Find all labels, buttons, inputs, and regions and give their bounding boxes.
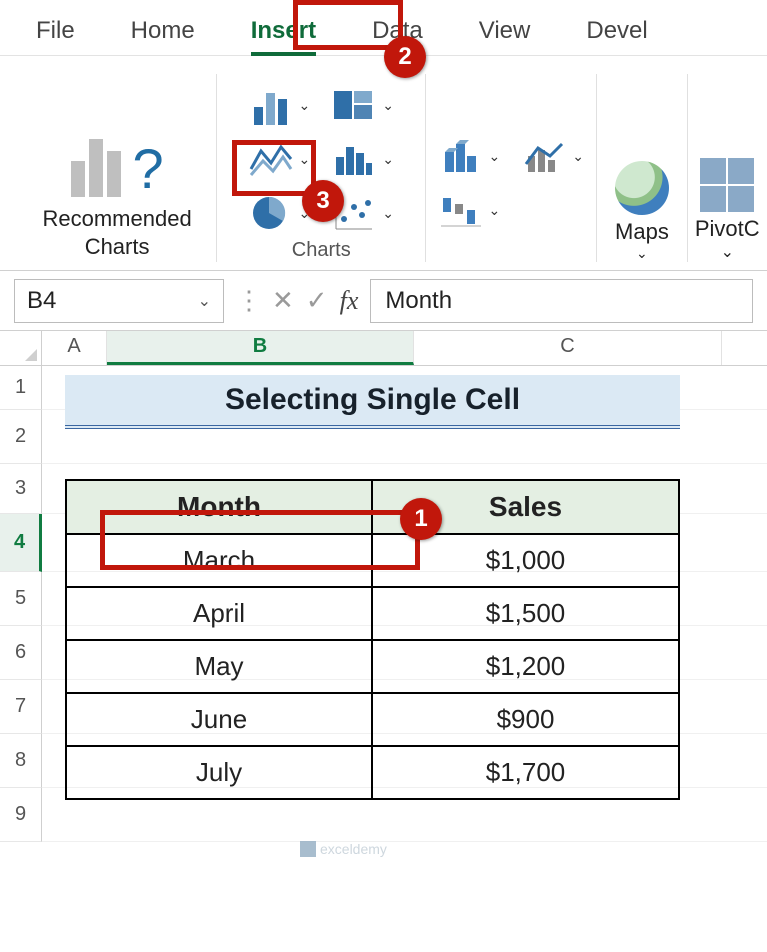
pivotchart-icon [700, 158, 754, 212]
insert-combo-chart-button[interactable]: ⌄ [522, 136, 584, 176]
worksheet: A B C 123456789 Selecting Single Cell Mo… [0, 331, 767, 842]
insert-3d-map-chart-button[interactable]: ⌄ [439, 136, 501, 176]
pivotchart-button[interactable]: PivotC ⌄ [688, 66, 767, 270]
recommended-charts-icon: ? [71, 139, 164, 197]
tab-file[interactable]: File [30, 7, 81, 55]
table-row[interactable]: July$1,700 [66, 746, 679, 799]
3d-chart-icon [439, 136, 483, 176]
insert-function-button[interactable]: fx [340, 286, 359, 316]
table-row[interactable]: March$1,000 [66, 534, 679, 587]
chevron-down-icon: ⌄ [299, 151, 311, 168]
maps-label: Maps [615, 219, 669, 245]
badge-3: 3 [302, 180, 344, 222]
row-header-9[interactable]: 9 [0, 788, 42, 842]
row-header-4[interactable]: 4 [0, 514, 42, 572]
row-header-7[interactable]: 7 [0, 680, 42, 734]
histogram-icon [332, 139, 376, 179]
title-cell[interactable]: Selecting Single Cell [65, 375, 680, 429]
combo-chart-icon [522, 136, 566, 176]
pie-chart-icon [249, 193, 293, 233]
line-chart-icon [249, 139, 293, 179]
data-table: Month Sales March$1,000April$1,500May$1,… [65, 479, 680, 800]
table-row[interactable]: May$1,200 [66, 640, 679, 693]
col-header-a[interactable]: A [42, 331, 107, 365]
table-header-month[interactable]: Month [66, 480, 372, 534]
cancel-button[interactable]: ✕ [272, 285, 294, 316]
table-row[interactable]: June$900 [66, 693, 679, 746]
recommended-label-2: Charts [85, 234, 150, 259]
recommended-label-1: Recommended [43, 206, 192, 231]
cell-sales[interactable]: $1,700 [372, 746, 679, 799]
col-header-c[interactable]: C [414, 331, 722, 365]
table-row[interactable]: April$1,500 [66, 587, 679, 640]
cell-sales[interactable]: $1,200 [372, 640, 679, 693]
chevron-down-icon: ⌄ [636, 245, 648, 262]
name-box-value: B4 [27, 287, 56, 315]
insert-statistic-chart-button[interactable]: ⌄ [332, 139, 394, 179]
column-chart-icon [249, 85, 293, 125]
ribbon-body: ? Recommended Charts ⌄ ⌄ ⌄ [0, 56, 767, 271]
tab-insert[interactable]: Insert [245, 7, 322, 55]
formula-input[interactable]: Month [370, 279, 753, 323]
row-header-6[interactable]: 6 [0, 626, 42, 680]
chevron-down-icon: ⌄ [489, 202, 501, 219]
cell-month[interactable]: July [66, 746, 372, 799]
cell-month[interactable]: June [66, 693, 372, 746]
cell-sales[interactable]: $900 [372, 693, 679, 746]
maps-button[interactable]: Maps ⌄ [597, 66, 686, 270]
enter-button[interactable]: ✓ [306, 285, 328, 316]
chevron-down-icon: ⌄ [489, 148, 501, 165]
cell-month[interactable]: April [66, 587, 372, 640]
chevron-down-icon: ⌄ [382, 97, 394, 114]
select-all-corner[interactable] [0, 331, 42, 365]
dots-icon: ⋮ [236, 285, 260, 316]
cell-month[interactable]: March [66, 534, 372, 587]
waterfall-chart-icon [439, 190, 483, 230]
formula-value: Month [385, 287, 452, 315]
pivotchart-label: PivotC [695, 216, 760, 242]
hierarchy-chart-icon [332, 85, 376, 125]
charts-group-label: Charts [292, 239, 351, 262]
badge-1: 1 [400, 498, 442, 540]
col-header-b[interactable]: B [107, 331, 414, 365]
recommended-charts-button[interactable]: ? Recommended Charts [18, 66, 216, 270]
globe-icon [615, 161, 669, 215]
tab-view[interactable]: View [473, 7, 537, 55]
watermark: exceldemy [300, 841, 387, 857]
chevron-down-icon: ⌄ [721, 242, 734, 262]
tab-developer[interactable]: Devel [580, 7, 653, 55]
row-header-3[interactable]: 3 [0, 464, 42, 514]
insert-waterfall-chart-button[interactable]: ⌄ [439, 190, 501, 230]
formula-bar: B4 ⌄ ⋮ ✕ ✓ fx Month [0, 271, 767, 331]
insert-line-chart-button[interactable]: ⌄ [249, 139, 311, 179]
cell-sales[interactable]: $1,000 [372, 534, 679, 587]
insert-pie-chart-button[interactable]: ⌄ [249, 193, 311, 233]
row-header-1[interactable]: 1 [0, 366, 42, 410]
watermark-icon [300, 841, 316, 857]
chevron-down-icon: ⌄ [382, 205, 394, 222]
watermark-text: exceldemy [320, 841, 387, 857]
tab-home[interactable]: Home [125, 7, 201, 55]
badge-2: 2 [384, 36, 426, 78]
question-mark-icon: ? [133, 141, 164, 197]
insert-column-chart-button[interactable]: ⌄ [249, 85, 311, 125]
row-header-5[interactable]: 5 [0, 572, 42, 626]
insert-hierarchy-chart-button[interactable]: ⌄ [332, 85, 394, 125]
row-header-8[interactable]: 8 [0, 734, 42, 788]
chevron-down-icon: ⌄ [572, 148, 584, 165]
chevron-down-icon[interactable]: ⌄ [198, 291, 211, 311]
ribbon-tabs: File Home Insert Data View Devel [0, 0, 767, 56]
row-header-2[interactable]: 2 [0, 410, 42, 464]
name-box[interactable]: B4 ⌄ [14, 279, 224, 323]
cell-month[interactable]: May [66, 640, 372, 693]
chevron-down-icon: ⌄ [299, 97, 311, 114]
cell-sales[interactable]: $1,500 [372, 587, 679, 640]
chevron-down-icon: ⌄ [382, 151, 394, 168]
